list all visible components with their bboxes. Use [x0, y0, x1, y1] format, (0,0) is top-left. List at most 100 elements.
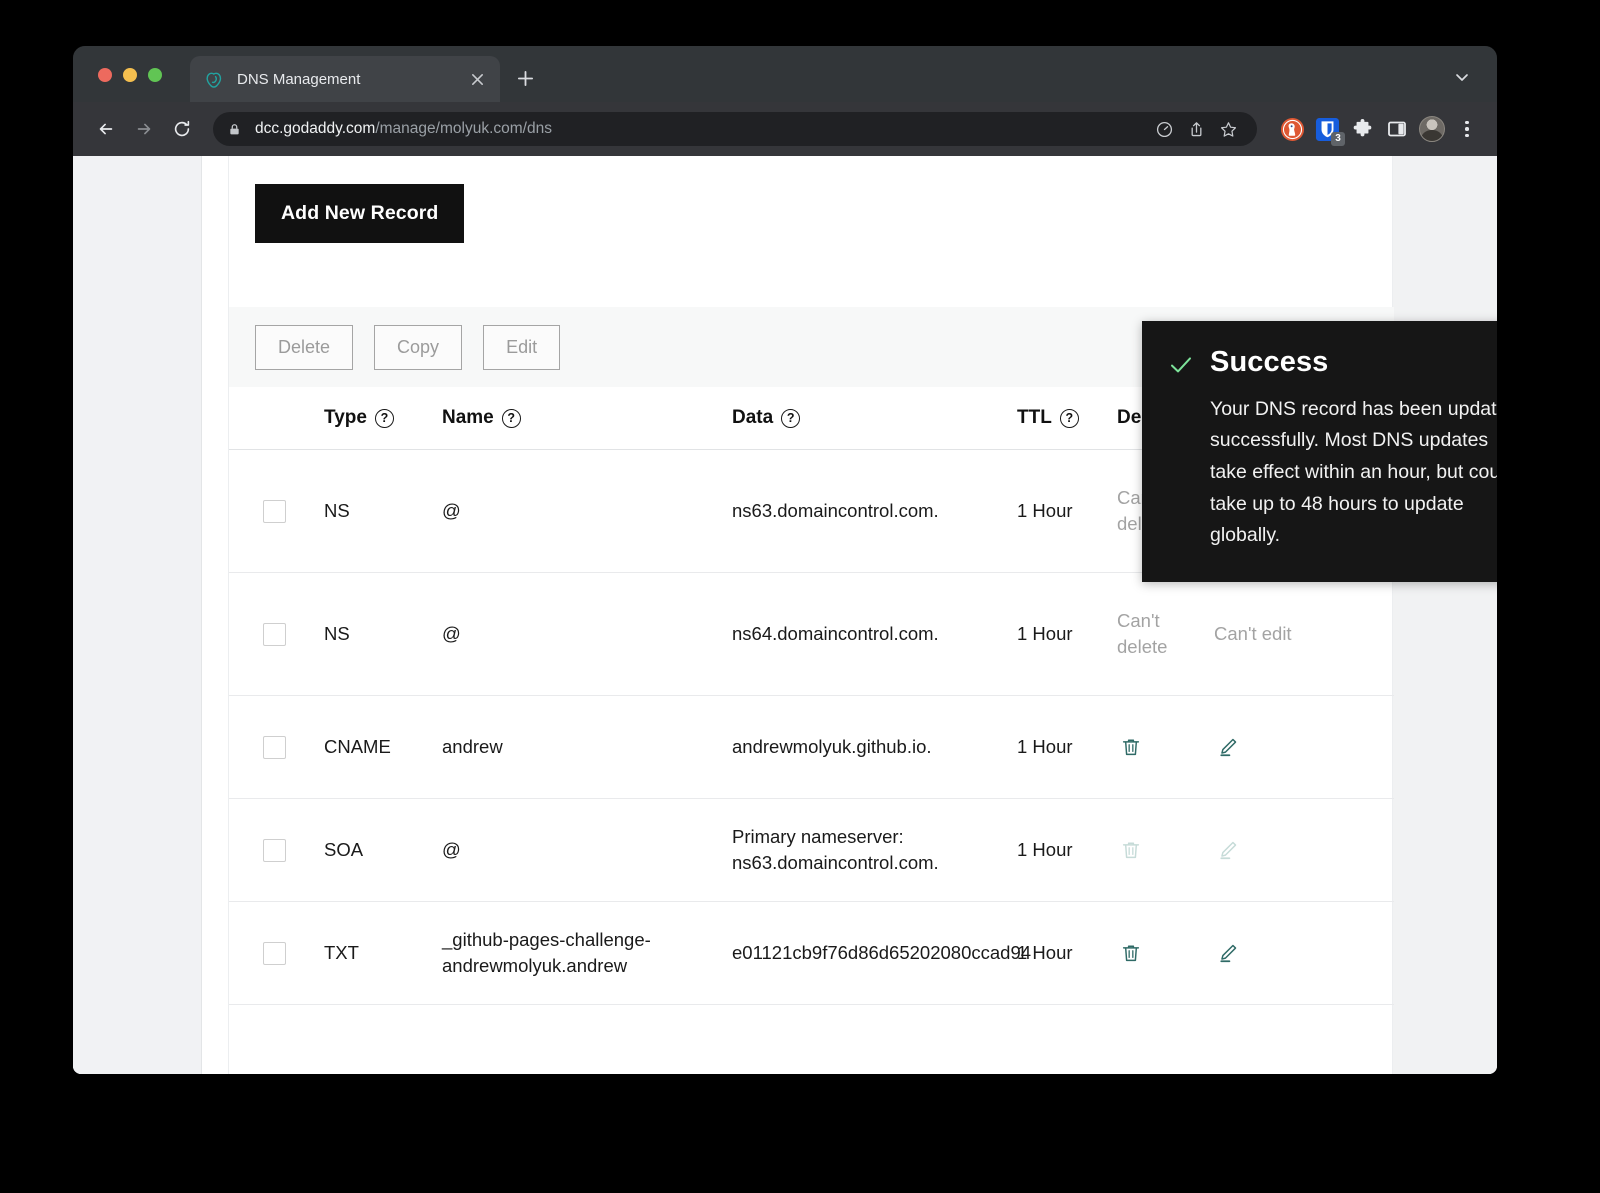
bitwarden-icon[interactable]: 3 — [1314, 116, 1340, 142]
extension-icons: 3 — [1279, 116, 1445, 142]
bulk-copy-button[interactable]: Copy — [374, 325, 462, 370]
browser-tab[interactable]: DNS Management — [190, 56, 500, 102]
back-arrow-icon[interactable] — [89, 112, 123, 146]
add-new-record-button[interactable]: Add New Record — [255, 184, 464, 243]
lock-icon — [227, 122, 242, 137]
toast-title: Success — [1210, 345, 1328, 380]
speedometer-icon[interactable] — [1149, 114, 1179, 144]
row-data: ns63.domaincontrol.com. — [732, 498, 1017, 524]
row-name: @ — [442, 498, 732, 524]
url-host: dcc.godaddy.com — [255, 120, 375, 137]
page-viewport: Add New Record Delete Copy Edit Type ? — [73, 156, 1497, 1074]
row-checkbox-cell — [229, 736, 324, 759]
side-panel-icon[interactable] — [1384, 116, 1410, 142]
header-type: Type ? — [324, 405, 442, 432]
address-bar[interactable]: dcc.godaddy.com/manage/molyuk.com/dns — [213, 112, 1257, 146]
row-data: ns64.domaincontrol.com. — [732, 621, 1017, 647]
row-name: andrew — [442, 734, 732, 760]
tab-title: DNS Management — [237, 71, 466, 88]
header-ttl: TTL ? — [1017, 405, 1117, 432]
bulk-delete-button[interactable]: Delete — [255, 325, 353, 370]
name-help-icon[interactable]: ? — [502, 409, 521, 428]
window-close-button[interactable] — [98, 68, 112, 82]
row-ttl: 1 Hour — [1017, 940, 1117, 966]
table-row: NS @ ns64.domaincontrol.com. 1 Hour Can'… — [229, 573, 1394, 696]
table-row: CNAME andrew andrewmolyuk.github.io. 1 H… — [229, 696, 1394, 799]
data-help-icon[interactable]: ? — [781, 409, 800, 428]
tab-strip: DNS Management — [73, 46, 1497, 102]
row-type: NS — [324, 621, 442, 647]
header-data: Data ? — [732, 405, 1017, 432]
share-icon[interactable] — [1181, 114, 1211, 144]
row-name: @ — [442, 837, 732, 863]
url-path: /manage/molyuk.com/dns — [375, 120, 552, 137]
delete-record-icon[interactable] — [1117, 939, 1145, 967]
header-type-label: Type — [324, 405, 367, 432]
row-ttl: 1 Hour — [1017, 498, 1117, 524]
header-name-label: Name — [442, 405, 494, 432]
row-ttl: 1 Hour — [1017, 621, 1117, 647]
row-type: NS — [324, 498, 442, 524]
toast-message: Your DNS record has been updated success… — [1210, 394, 1497, 552]
dns-content-area: Add New Record Delete Copy Edit Type ? — [202, 156, 1393, 1074]
window-maximize-button[interactable] — [148, 68, 162, 82]
traffic-lights — [98, 68, 162, 82]
header-name: Name ? — [442, 405, 732, 432]
row-delete-disabled-text: Can't delete — [1117, 608, 1214, 661]
address-bar-url: dcc.godaddy.com/manage/molyuk.com/dns — [255, 120, 552, 138]
header-ttl-label: TTL — [1017, 405, 1052, 432]
reload-icon[interactable] — [165, 112, 199, 146]
forward-arrow-icon[interactable] — [127, 112, 161, 146]
extensions-puzzle-icon[interactable] — [1349, 116, 1375, 142]
window-minimize-button[interactable] — [123, 68, 137, 82]
new-tab-button[interactable] — [510, 63, 540, 93]
type-help-icon[interactable]: ? — [375, 409, 394, 428]
row-edit-cell — [1214, 733, 1324, 761]
row-select-checkbox[interactable] — [263, 500, 286, 523]
edit-record-icon — [1214, 836, 1242, 864]
row-checkbox-cell — [229, 623, 324, 646]
bulk-edit-button[interactable]: Edit — [483, 325, 560, 370]
duckduckgo-privacy-icon[interactable] — [1279, 116, 1305, 142]
dns-card: Add New Record Delete Copy Edit Type ? — [228, 156, 1393, 1074]
page-left-rail — [73, 156, 202, 1074]
row-edit-cell — [1214, 939, 1324, 967]
row-checkbox-cell — [229, 942, 324, 965]
row-data: Primary nameserver: ns63.domaincontrol.c… — [732, 824, 1017, 877]
header-data-label: Data — [732, 405, 773, 432]
row-data: andrewmolyuk.github.io. — [732, 734, 1017, 760]
row-name: _github-pages-challenge-andrewmolyuk.and… — [442, 927, 732, 980]
bookmark-star-icon[interactable] — [1213, 114, 1243, 144]
delete-record-icon — [1117, 836, 1145, 864]
row-select-checkbox[interactable] — [263, 623, 286, 646]
row-name: @ — [442, 621, 732, 647]
success-toast: Success Your DNS record has been updated… — [1142, 321, 1497, 582]
godaddy-logo-icon — [204, 70, 223, 89]
browser-window: DNS Management — [73, 46, 1497, 1074]
row-checkbox-cell — [229, 839, 324, 862]
tab-close-icon[interactable] — [466, 68, 488, 90]
row-ttl: 1 Hour — [1017, 734, 1117, 760]
delete-record-icon[interactable] — [1117, 733, 1145, 761]
chevron-down-icon[interactable] — [1449, 64, 1475, 90]
row-type: TXT — [324, 940, 442, 966]
table-row: TXT _github-pages-challenge-andrewmolyuk… — [229, 902, 1394, 1005]
row-edit-disabled-text: Can't edit — [1214, 621, 1324, 647]
row-delete-cell — [1117, 836, 1214, 864]
row-type: CNAME — [324, 734, 442, 760]
edit-record-icon[interactable] — [1214, 733, 1242, 761]
row-data: e01121cb9f76d86d65202080ccad94 — [732, 940, 1017, 966]
profile-avatar[interactable] — [1419, 116, 1445, 142]
row-checkbox-cell — [229, 500, 324, 523]
row-select-checkbox[interactable] — [263, 736, 286, 759]
row-select-checkbox[interactable] — [263, 942, 286, 965]
ttl-help-icon[interactable]: ? — [1060, 409, 1079, 428]
three-dot-menu-icon[interactable] — [1455, 117, 1479, 141]
table-row: SOA @ Primary nameserver: ns63.domaincon… — [229, 799, 1394, 902]
omnibox-actions — [1149, 114, 1243, 144]
edit-record-icon[interactable] — [1214, 939, 1242, 967]
toast-header: Success — [1168, 345, 1497, 380]
row-delete-cell — [1117, 733, 1214, 761]
row-select-checkbox[interactable] — [263, 839, 286, 862]
check-icon — [1168, 352, 1194, 378]
